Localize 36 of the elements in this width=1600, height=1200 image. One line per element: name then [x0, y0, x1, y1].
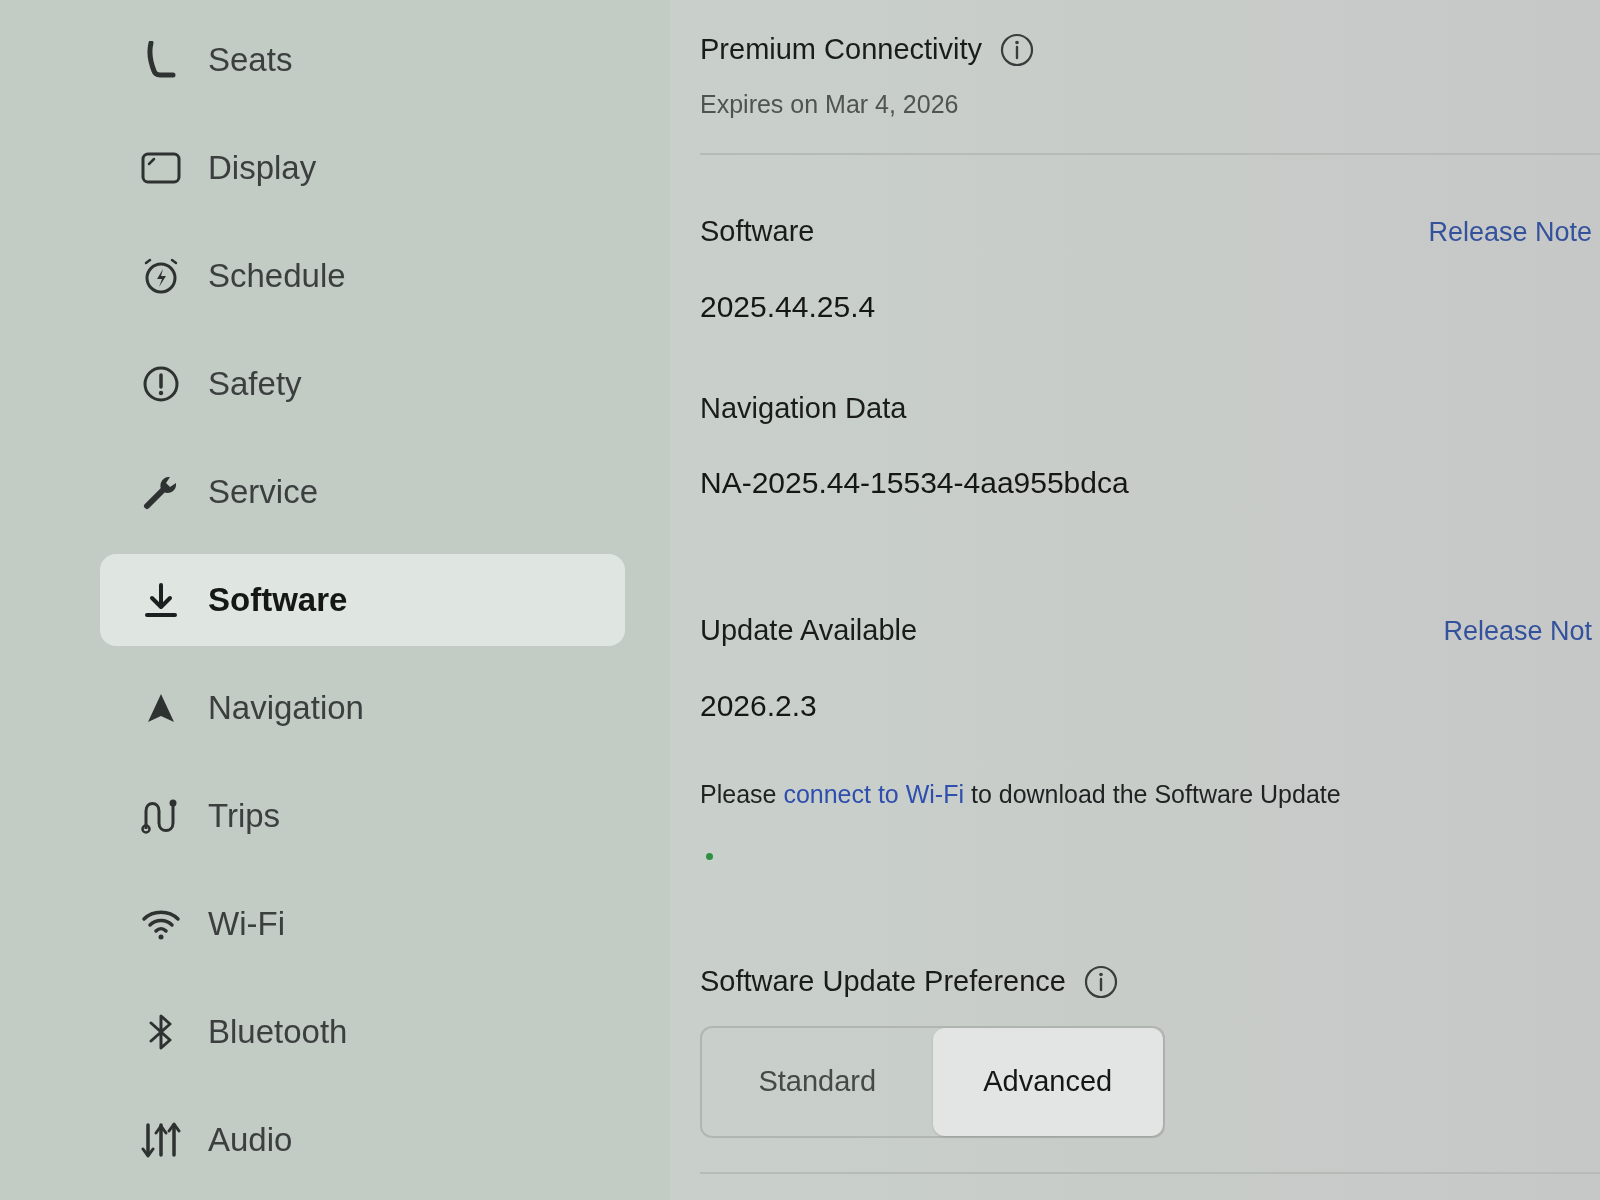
- info-icon[interactable]: [1000, 32, 1035, 67]
- segment-option[interactable]: Standard: [702, 1027, 933, 1136]
- sidebar-item[interactable]: Schedule: [100, 230, 625, 322]
- expiry-text: Expires on Mar 4, 2026: [700, 88, 960, 120]
- sidebar-item[interactable]: Audio: [100, 1094, 625, 1186]
- segment-option[interactable]: Advanced: [932, 1027, 1163, 1136]
- field-label: Navigation Data: [700, 390, 907, 426]
- sidebar-item[interactable]: Bluetooth: [100, 986, 625, 1078]
- sidebar-item[interactable]: Seats: [100, 14, 625, 106]
- field-label: Update Available: [700, 613, 918, 648]
- seat-icon: [146, 41, 176, 79]
- update-message: Please connect to Wi-Fi to download the Software Update: [700, 778, 1342, 810]
- release-notes-link[interactable]: Release Note: [1428, 211, 1592, 252]
- section-title: Software Update Preference: [700, 964, 1066, 999]
- field-value: 2026.2.3: [700, 687, 818, 724]
- wifi-icon: [141, 908, 181, 940]
- field-value: NA-2025.44-15534-4aa955bdca: [700, 465, 1130, 501]
- sidebar-item[interactable]: Navigation: [100, 662, 625, 754]
- sidebar-item[interactable]: Wi-Fi: [100, 878, 625, 970]
- download-icon: [144, 582, 178, 618]
- info-icon[interactable]: [1083, 964, 1118, 999]
- alert-circle-icon: [142, 365, 180, 403]
- display-icon: [141, 152, 181, 184]
- field-value: 2025.44.25.4: [700, 288, 877, 325]
- equalizer-icon: [141, 1121, 181, 1159]
- sidebar-item[interactable]: Safety: [100, 338, 625, 430]
- release-notes-link[interactable]: Release Not: [1443, 610, 1592, 651]
- sidebar-item[interactable]: Software: [100, 554, 625, 646]
- alarm-clock-bolt-icon: [142, 257, 180, 295]
- section-title: Premium Connectivity: [700, 32, 983, 67]
- sidebar-item[interactable]: Display: [100, 122, 625, 214]
- sidebar-item[interactable]: Service: [100, 446, 625, 538]
- sidebar-item[interactable]: Trips: [100, 770, 625, 862]
- navigation-arrow-icon: [145, 692, 177, 724]
- wifi-link[interactable]: connect to Wi-Fi: [783, 779, 964, 808]
- field-label: Software: [700, 214, 815, 249]
